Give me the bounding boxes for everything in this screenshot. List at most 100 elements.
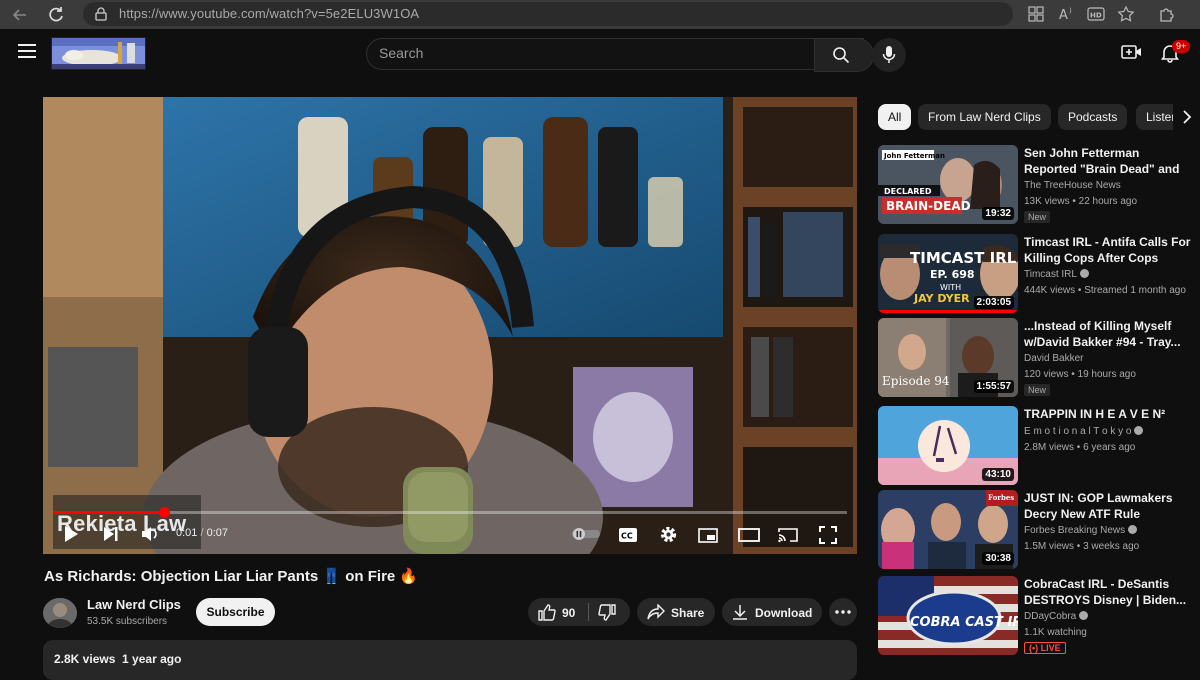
recommendation-item[interactable]: Forbes 30:38 JUST IN: GOP Lawmakers Decr…: [878, 490, 1200, 570]
avatar[interactable]: [43, 598, 77, 628]
rec-meta: 444K views • Streamed 1 month ago: [1024, 285, 1186, 296]
chip-listen[interactable]: Listen: [1136, 104, 1173, 130]
miniplayer-icon[interactable]: [698, 528, 718, 543]
voice-search-button[interactable]: [872, 38, 906, 72]
thumbnail[interactable]: TIMCAST IRL EP. 698 WITH JAY DYER 2:03:0…: [878, 234, 1018, 313]
menu-icon[interactable]: [18, 44, 36, 58]
thumbnail-top-text: John Fetterman: [883, 152, 945, 160]
hd-icon[interactable]: HD: [1087, 5, 1107, 25]
play-icon[interactable]: [63, 525, 79, 543]
download-button[interactable]: Download: [722, 598, 822, 626]
recommendation-item[interactable]: COBRA CAST IRL CobraCast IRL - DeSantis …: [878, 576, 1200, 656]
thumbnail[interactable]: Episode 94 1:55:57: [878, 318, 1018, 397]
view-count: 2.8K views 1 year ago: [54, 652, 181, 666]
new-badge: New: [1024, 384, 1051, 396]
rec-title[interactable]: JUST IN: GOP Lawmakers Decry New ATF Rul…: [1024, 490, 1194, 522]
autoplay-icon[interactable]: [571, 527, 601, 541]
rec-channel[interactable]: E m o t i o n a l T o k y o: [1024, 426, 1144, 437]
create-icon[interactable]: [1121, 43, 1143, 61]
volume-icon[interactable]: [141, 525, 161, 543]
rec-age: 19 hours ago: [1077, 369, 1136, 380]
rec-age: 22 hours ago: [1078, 196, 1138, 207]
browser-toolbar: https://www.youtube.com/watch?v=5e2ELU3W…: [0, 0, 1200, 30]
description-box[interactable]: 2.8K views 1 year ago: [43, 640, 857, 680]
reload-icon[interactable]: [46, 5, 66, 25]
recommendation-item[interactable]: John Fetterman DECLARED BRAIN-DEAD 19:32…: [878, 145, 1200, 225]
thumbnail-text-1: Episode 94: [882, 374, 950, 388]
share-button[interactable]: Share: [637, 598, 715, 626]
search-icon: [832, 46, 850, 64]
chip-podcasts[interactable]: Podcasts: [1058, 104, 1128, 130]
thumbnail-text-3: WITH: [940, 283, 961, 292]
address-bar[interactable]: https://www.youtube.com/watch?v=5e2ELU3W…: [83, 2, 1013, 26]
lock-icon[interactable]: [95, 7, 107, 21]
progress-bar[interactable]: [53, 507, 847, 518]
more-actions-button[interactable]: [829, 598, 857, 626]
duration: 0:07: [206, 527, 229, 539]
subscriber-count: 53.5K subscribers: [87, 616, 168, 627]
thumbnail[interactable]: COBRA CAST IRL: [878, 576, 1018, 655]
extensions-icon[interactable]: [1158, 5, 1178, 25]
search-placeholder: Search: [379, 45, 424, 61]
share-icon: [647, 604, 665, 620]
rec-title[interactable]: TRAPPIN IN H E A V E N²: [1024, 406, 1194, 422]
next-icon[interactable]: [103, 526, 119, 542]
rec-age: 6 years ago: [1083, 442, 1136, 453]
search-input[interactable]: Search: [366, 38, 864, 70]
rec-channel[interactable]: David Bakker: [1024, 353, 1083, 364]
verified-icon: [1128, 525, 1138, 534]
svg-text:): ): [1069, 7, 1072, 15]
verified-icon: [1134, 426, 1144, 435]
svg-text:HD: HD: [1090, 12, 1102, 20]
thumbnail-text-1: Forbes: [988, 493, 1014, 502]
like-icon[interactable]: [538, 603, 556, 621]
rec-title[interactable]: ...Instead of Killing Myself w/David Bak…: [1024, 318, 1194, 350]
favorites-icon[interactable]: [1117, 5, 1137, 25]
thumbnail[interactable]: 43:10: [878, 406, 1018, 485]
rec-meta: 13K views • 22 hours ago: [1024, 196, 1138, 207]
rec-title[interactable]: Timcast IRL - Antifa Calls For Killing C…: [1024, 234, 1194, 266]
rec-channel[interactable]: Forbes Breaking News: [1024, 525, 1138, 536]
thumbnail-text-1: TIMCAST IRL: [910, 249, 1017, 267]
theater-icon[interactable]: [738, 528, 760, 542]
chip-all[interactable]: All: [878, 104, 912, 130]
captions-icon[interactable]: CC: [618, 527, 638, 543]
back-icon[interactable]: [10, 5, 30, 25]
fullscreen-icon[interactable]: [819, 526, 837, 544]
read-aloud-icon[interactable]: A): [1058, 5, 1078, 25]
rec-views: 1.5M views: [1024, 541, 1075, 552]
rec-channel-name: Forbes Breaking News: [1024, 525, 1126, 536]
video-title: As Richards: Objection Liar Liar Pants 👖…: [44, 568, 419, 585]
thumbnail[interactable]: John Fetterman DECLARED BRAIN-DEAD 19:32: [878, 145, 1018, 224]
chevron-right-icon[interactable]: [1182, 109, 1192, 125]
recommendation-item[interactable]: Episode 94 1:55:57 ...Instead of Killing…: [878, 318, 1200, 398]
rec-title[interactable]: Sen John Fetterman Reported "Brain Dead"…: [1024, 145, 1194, 177]
dislike-icon[interactable]: [598, 604, 616, 622]
time-separator: /: [200, 527, 204, 539]
recommendation-item[interactable]: TIMCAST IRL EP. 698 WITH JAY DYER 2:03:0…: [878, 234, 1200, 314]
rec-channel[interactable]: DDayCobra: [1024, 611, 1089, 622]
settings-icon[interactable]: [659, 525, 678, 544]
thumbnail[interactable]: Forbes 30:38: [878, 490, 1018, 569]
rec-channel[interactable]: The TreeHouse News: [1024, 180, 1121, 191]
new-badge: New: [1024, 211, 1051, 223]
recommendation-item[interactable]: 43:10 TRAPPIN IN H E A V E N² E m o t i …: [878, 406, 1200, 486]
thumbnail-text-2: BRAIN-DEAD: [886, 199, 971, 213]
rec-channel[interactable]: Timcast IRL: [1024, 269, 1089, 280]
cast-icon[interactable]: [778, 527, 798, 543]
apps-icon[interactable]: [1027, 5, 1047, 25]
search-button[interactable]: [814, 38, 874, 72]
upload-age: 1 year ago: [122, 652, 182, 666]
rec-views: 444K views: [1024, 285, 1076, 296]
video-player[interactable]: Rekieta Law 0:01 / 0:07 CC: [43, 97, 857, 554]
channel-name[interactable]: Law Nerd Clips: [87, 597, 181, 612]
like-dislike-group: 90: [528, 598, 630, 626]
subscribe-button[interactable]: Subscribe: [196, 598, 275, 626]
logo[interactable]: [51, 37, 146, 70]
rec-age: 3 weeks ago: [1083, 541, 1140, 552]
time-display: 0:01 / 0:07: [176, 527, 228, 539]
chip-from-channel[interactable]: From Law Nerd Clips: [918, 104, 1051, 130]
rec-title[interactable]: CobraCast IRL - DeSantis DESTROYS Disney…: [1024, 576, 1194, 608]
mic-icon: [882, 45, 896, 65]
share-label: Share: [671, 606, 705, 620]
